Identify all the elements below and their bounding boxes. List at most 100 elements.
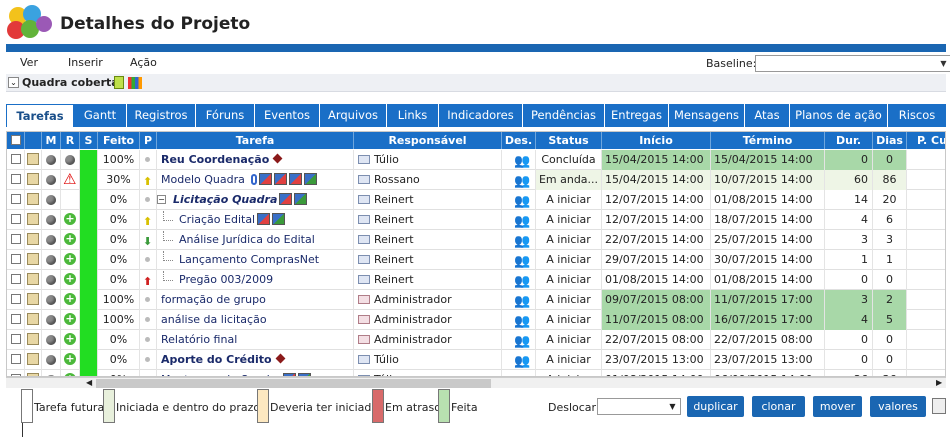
row-checkbox[interactable] [11,334,21,344]
mail-icon[interactable] [358,335,370,344]
tab-mensagens[interactable]: Mensagens [669,104,745,127]
header-p-cu[interactable]: P. Cu [907,132,945,149]
table-row[interactable]: +0% ⬆ Criação Edital Reinert 👥 A iniciar 12/07… [7,210,945,230]
table-row[interactable]: ⚠ 30% ⬆ Modelo Quadra Rossano 👥 Em anda... 15/0… [7,170,945,190]
resource-icon[interactable] [272,213,286,225]
edit-icon[interactable] [27,273,39,285]
header-termino[interactable]: Término [711,132,825,149]
tab-registros[interactable]: Registros [127,104,196,127]
header-r[interactable]: R [61,132,80,149]
tab-foruns[interactable]: Fóruns [196,104,255,127]
edit-icon[interactable] [27,213,39,225]
users-icon[interactable]: 👥 [514,252,530,270]
tab-links[interactable]: Links [387,104,439,127]
row-checkbox[interactable] [11,294,21,304]
row-checkbox[interactable] [11,194,21,204]
task-name[interactable]: Licitação Quadra [169,193,277,206]
deslocar-select[interactable]: ▼ [597,398,681,415]
add-icon[interactable]: + [64,273,76,285]
table-row[interactable]: +0% Aporte do Crédito Túlio 👥 A iniciar 23/07… [7,350,945,370]
add-icon[interactable]: + [64,313,76,325]
mail-icon[interactable] [358,175,370,184]
edit-icon[interactable] [27,233,39,245]
mail-icon[interactable] [358,355,370,364]
table-row[interactable]: +100% formação de grupo Administrador 👥 A in… [7,290,945,310]
scroll-left-icon[interactable]: ◀ [86,378,92,387]
mail-icon[interactable] [358,195,370,204]
users-icon[interactable]: 👥 [514,212,530,230]
users-icon[interactable]: 👥 [514,152,530,170]
mail-icon[interactable] [358,275,370,284]
row-checkbox[interactable] [11,174,21,184]
mail-icon[interactable] [358,235,370,244]
users-icon[interactable]: 👥 [514,332,530,350]
resource-icon[interactable] [257,213,271,225]
resource-icon[interactable] [279,193,293,205]
users-icon[interactable]: 👥 [514,272,530,290]
tab-pendencias[interactable]: Pendências [523,104,605,127]
tab-planos-de-acao[interactable]: Planos de ação [790,104,888,127]
edit-icon[interactable] [27,293,39,305]
task-name[interactable]: Pregão 003/2009 [175,273,273,286]
resource-icon[interactable] [294,193,308,205]
row-checkbox[interactable] [11,154,21,164]
tab-indicadores[interactable]: Indicadores [439,104,523,127]
edit-icon[interactable] [27,253,39,265]
task-name[interactable]: análise da licitação [157,313,267,326]
table-row[interactable]: +100% análise da licitação Administrador 👥 A… [7,310,945,330]
task-name[interactable]: formação de grupo [157,293,266,306]
add-icon[interactable]: + [64,233,76,245]
table-row[interactable]: 0% − Licitação Quadra Reinert 👥 A iniciar 12/0… [7,190,945,210]
edit-icon[interactable] [27,193,39,205]
header-status[interactable]: Status [536,132,602,149]
row-checkbox[interactable] [11,354,21,364]
more-options-icon[interactable] [932,398,946,414]
header-dur[interactable]: Dur. [825,132,873,149]
users-icon[interactable]: 👥 [514,312,530,330]
header-s[interactable]: S [80,132,98,149]
row-checkbox[interactable] [11,254,21,264]
resource-icon[interactable] [258,173,272,185]
table-row[interactable]: +0%Montagem da QuadraTúlio👥A iniciar01/0… [7,370,945,376]
row-checkbox[interactable] [11,214,21,224]
add-icon[interactable]: + [64,353,76,365]
collapse-icon[interactable]: ⌄ [8,77,19,88]
add-icon[interactable]: + [64,293,76,305]
clonar-button[interactable]: clonar [752,396,805,417]
resource-icon[interactable] [303,173,317,185]
tab-atas[interactable]: Atas [745,104,790,127]
header-p[interactable]: P [140,132,157,149]
edit-icon[interactable] [27,153,39,165]
mail-icon[interactable] [358,255,370,264]
duplicar-button[interactable]: duplicar [687,396,744,417]
mail-icon[interactable] [358,315,370,324]
users-icon[interactable]: 👥 [514,192,530,210]
table-row[interactable]: 100% Reu Coordenação Túlio 👥 Concluída 15/04/… [7,150,945,170]
add-icon[interactable]: + [64,213,76,225]
menu-inserir[interactable]: Inserir [68,56,103,69]
task-name[interactable]: Lançamento ComprasNet [175,253,319,266]
task-name[interactable]: Reu Coordenação [157,153,269,166]
users-icon[interactable]: 👥 [514,292,530,310]
header-m[interactable]: M [42,132,61,149]
table-row[interactable]: +0% ⬇ Análise Jurídica do Edital Reinert 👥 A … [7,230,945,250]
menu-ver[interactable]: Ver [20,56,38,69]
collapse-icon[interactable]: − [157,195,166,204]
menu-acao[interactable]: Ação [130,56,157,69]
tab-gantt[interactable]: Gantt [74,104,127,127]
users-icon[interactable]: 👥 [514,172,530,190]
edit-icon[interactable] [27,173,39,185]
task-name[interactable]: Análise Jurídica do Edital [175,233,315,246]
header-responsavel[interactable]: Responsável [354,132,502,149]
tab-riscos[interactable]: Riscos [888,104,946,127]
edit-icon[interactable] [27,353,39,365]
resource-icon[interactable] [273,173,287,185]
header-select-all[interactable] [7,132,25,149]
row-checkbox[interactable] [11,274,21,284]
project-chart-icon[interactable] [128,77,142,89]
task-name[interactable]: Criação Edital [175,213,255,226]
header-feito[interactable]: Feito [98,132,140,149]
attachment-icon[interactable] [250,174,257,185]
scroll-right-icon[interactable]: ▶ [936,378,942,387]
resource-icon[interactable] [288,173,302,185]
